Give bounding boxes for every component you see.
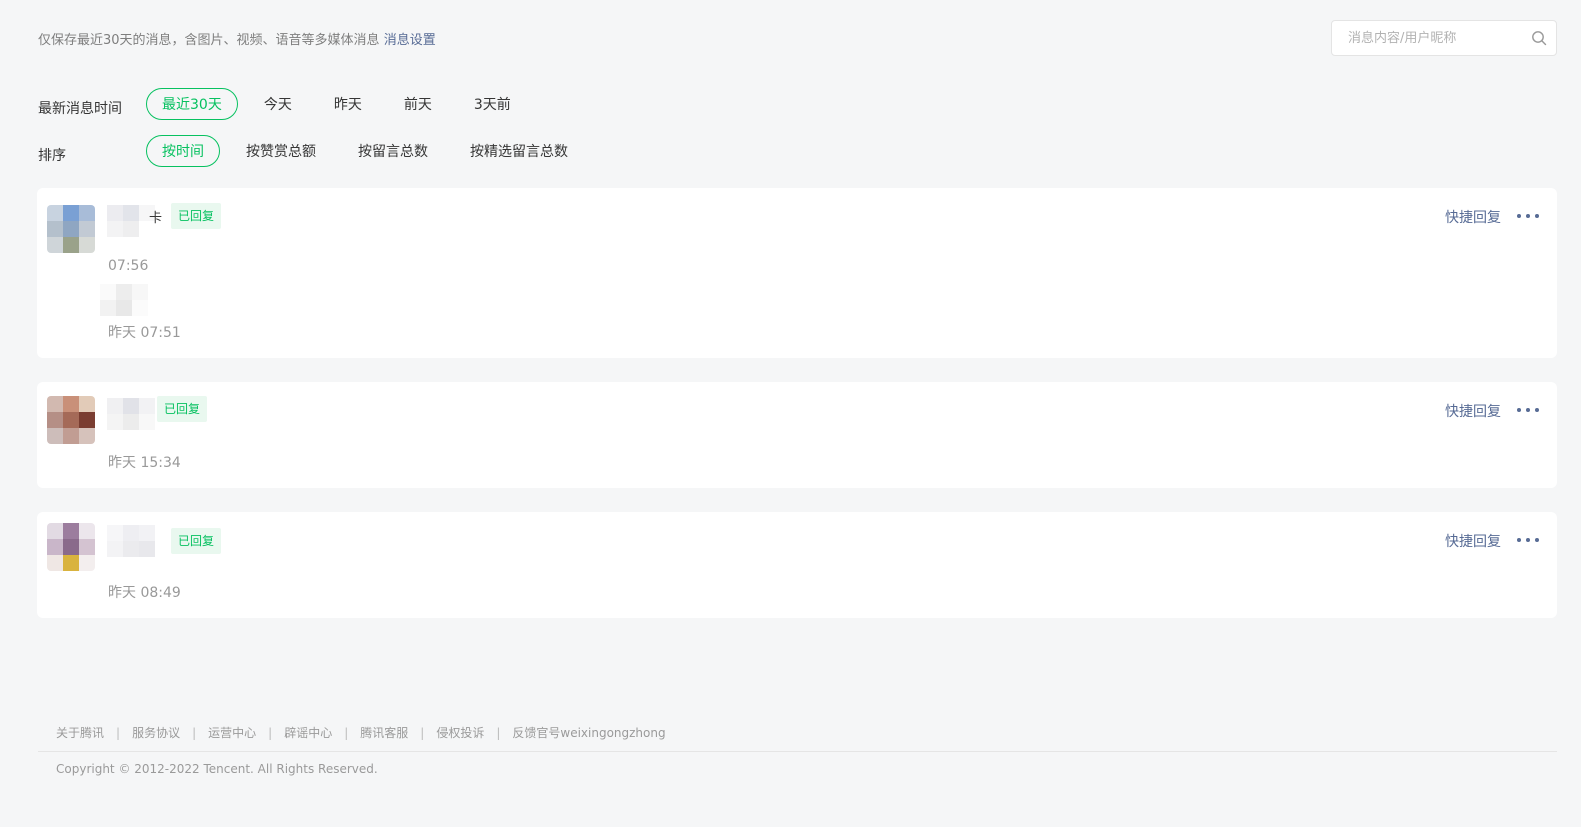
footer-link-about[interactable]: 关于腾讯	[56, 724, 104, 741]
search-input[interactable]	[1348, 21, 1528, 55]
time-option-yesterday[interactable]: 昨天	[318, 88, 378, 120]
sort-option-time[interactable]: 按时间	[146, 135, 220, 167]
avatar[interactable]	[47, 396, 95, 444]
footer-link-infringement[interactable]: 侵权投诉	[436, 724, 484, 741]
time-option-today[interactable]: 今天	[248, 88, 308, 120]
footer-link-operations-center[interactable]: 运营中心	[208, 724, 256, 741]
message-card: 已回复 昨天 08:49 快捷回复	[37, 512, 1557, 618]
message-card: 卡 已回复 07:56 昨天 07:51 快捷回复	[37, 188, 1557, 358]
time-filter: 最新消息时间 最近30天 今天 昨天 前天 3天前	[38, 88, 537, 120]
search-box	[1331, 20, 1557, 56]
search-icon[interactable]	[1531, 30, 1547, 46]
footer-link-rumor-center[interactable]: 辟谣中心	[284, 724, 332, 741]
message-management-page: 仅保存最近30天的消息，含图片、视频、语音等多媒体消息 消息设置 最新消息时间 …	[0, 0, 1581, 827]
sort-option-comment-total[interactable]: 按留言总数	[342, 135, 444, 167]
sort-filter-label: 排序	[38, 148, 66, 164]
time-option-day-before[interactable]: 前天	[388, 88, 448, 120]
time-filter-label: 最新消息时间	[38, 101, 122, 117]
replied-badge: 已回复	[157, 396, 208, 422]
footer-divider: |	[420, 725, 425, 740]
quick-reply-button[interactable]: 快捷回复	[1445, 531, 1501, 551]
footer-divider: |	[116, 725, 121, 740]
time-option-30days[interactable]: 最近30天	[146, 88, 238, 120]
message-time: 07:56	[108, 258, 149, 274]
message-time: 昨天 08:49	[108, 585, 181, 601]
nickname-blurred	[107, 205, 155, 237]
retention-notice-text: 仅保存最近30天的消息，含图片、视频、语音等多媒体消息	[38, 33, 380, 48]
sort-option-featured-comment-total[interactable]: 按精选留言总数	[454, 135, 584, 167]
more-icon[interactable]	[1517, 532, 1539, 548]
nickname-blurred	[107, 398, 155, 430]
nickname-blurred	[107, 525, 155, 557]
avatar[interactable]	[47, 523, 95, 571]
more-icon[interactable]	[1517, 208, 1539, 224]
footer-divider-line	[38, 751, 1557, 752]
footer-divider: |	[192, 725, 197, 740]
footer-divider: |	[344, 725, 349, 740]
footer-link-customer-service[interactable]: 腾讯客服	[360, 724, 408, 741]
retention-notice: 仅保存最近30天的消息，含图片、视频、语音等多媒体消息 消息设置	[38, 29, 436, 48]
reply-content-blurred	[100, 284, 148, 316]
copyright: Copyright © 2012-2022 Tencent. All Right…	[56, 762, 378, 776]
avatar[interactable]	[47, 205, 95, 253]
replied-badge: 已回复	[171, 203, 222, 229]
reply-time: 昨天 07:51	[108, 325, 181, 341]
footer-links: 关于腾讯 | 服务协议 | 运营中心 | 辟谣中心 | 腾讯客服 | 侵权投诉 …	[56, 724, 666, 741]
quick-reply-button[interactable]: 快捷回复	[1445, 207, 1501, 227]
more-icon[interactable]	[1517, 402, 1539, 418]
footer-link-feedback[interactable]: 反馈官号weixingongzhong	[512, 724, 665, 741]
message-settings-link[interactable]: 消息设置	[384, 33, 436, 48]
nickname-fragment: 卡	[149, 211, 163, 226]
message-time: 昨天 15:34	[108, 455, 181, 471]
footer-link-service-agreement[interactable]: 服务协议	[132, 724, 180, 741]
sort-filter: 排序 按时间 按赞赏总额 按留言总数 按精选留言总数	[38, 135, 594, 167]
sort-option-reward-total[interactable]: 按赞赏总额	[230, 135, 332, 167]
quick-reply-button[interactable]: 快捷回复	[1445, 401, 1501, 421]
message-card: 已回复 昨天 15:34 快捷回复	[37, 382, 1557, 488]
footer-divider: |	[268, 725, 273, 740]
footer-divider: |	[496, 725, 501, 740]
replied-badge: 已回复	[171, 528, 222, 554]
time-option-3days-ago[interactable]: 3天前	[458, 88, 527, 120]
